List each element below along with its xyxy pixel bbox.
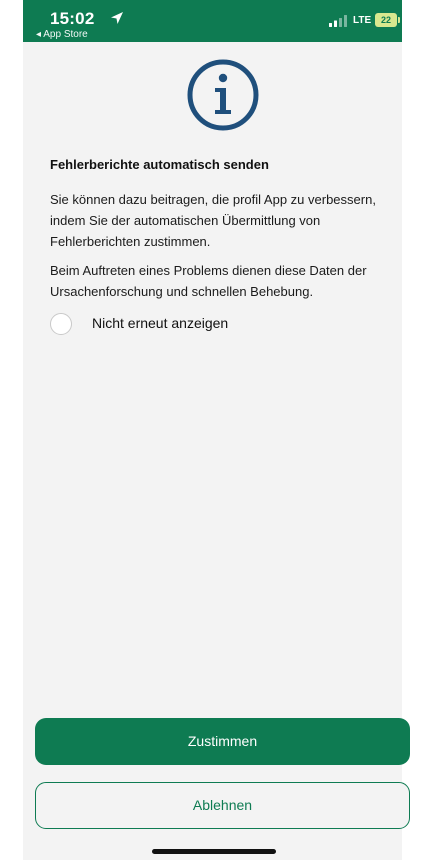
checkbox-label: Nicht erneut anzeigen xyxy=(92,315,229,331)
info-icon xyxy=(187,59,259,131)
home-indicator[interactable] xyxy=(152,849,276,854)
status-time: 15:02 xyxy=(50,9,95,28)
network-type: LTE xyxy=(353,15,372,26)
description-paragraph: Sie können dazu beitragen, die profil Ap… xyxy=(50,192,376,249)
cellular-signal-icon xyxy=(329,15,347,27)
decline-button[interactable]: Ablehnen xyxy=(35,782,410,829)
dialog-title: Fehlerberichte automatisch senden xyxy=(50,157,269,172)
checkbox-circle[interactable] xyxy=(50,313,72,335)
status-bar: 15:02 ◂ App Store LTE 22 xyxy=(23,0,402,42)
accept-button[interactable]: Zustimmen xyxy=(35,718,410,765)
battery-icon: 22 xyxy=(375,13,401,27)
back-to-app-store-link[interactable]: ◂ App Store xyxy=(36,29,88,41)
location-arrow-icon xyxy=(111,12,123,24)
purpose-paragraph: Beim Auftreten eines Problems dienen die… xyxy=(50,263,367,299)
battery-level: 22 xyxy=(375,13,397,27)
dont-show-again-checkbox[interactable]: Nicht erneut anzeigen xyxy=(50,312,350,338)
app-screen: 15:02 ◂ App Store LTE 22 Fehlerberichte … xyxy=(0,0,428,860)
battery-cap xyxy=(398,17,400,23)
